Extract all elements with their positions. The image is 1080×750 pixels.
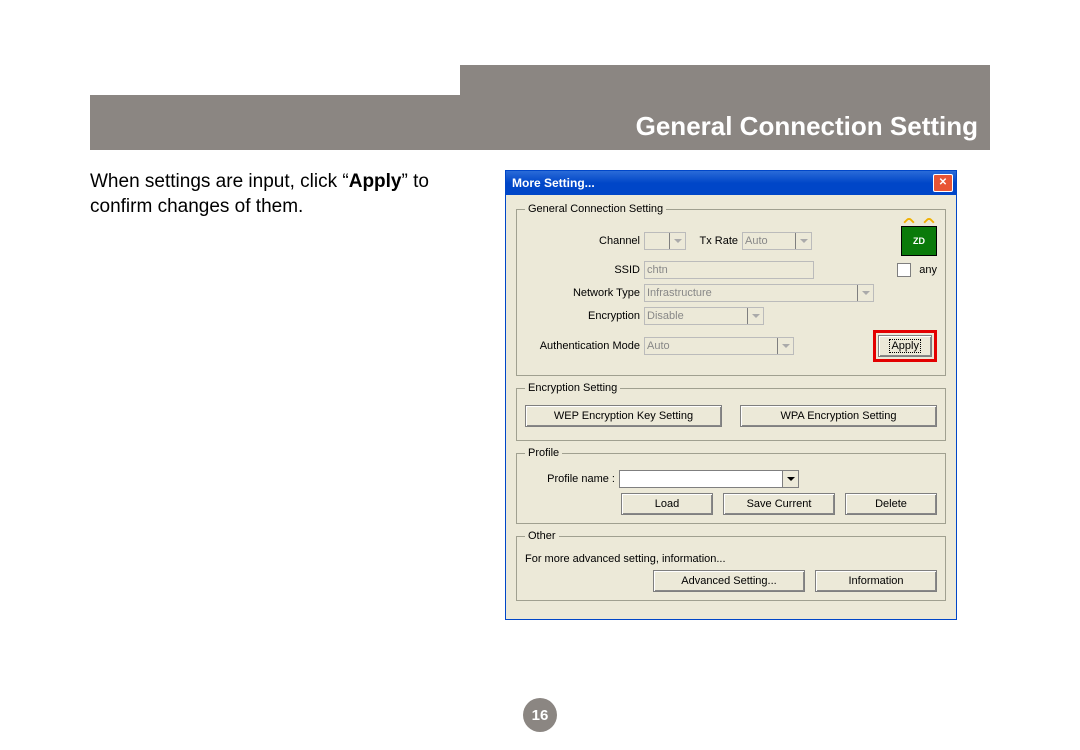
channel-label: Channel xyxy=(525,235,640,247)
chevron-down-icon xyxy=(782,471,798,487)
txrate-label: Tx Rate xyxy=(690,235,738,247)
chevron-down-icon xyxy=(669,233,685,249)
encryption-legend: Encryption Setting xyxy=(525,382,620,394)
wifi-card-icon: ZD xyxy=(901,226,937,256)
other-legend: Other xyxy=(525,530,559,542)
encryption-group: Encryption Setting WEP Encryption Key Se… xyxy=(516,382,946,441)
profile-name-row: Profile name : xyxy=(525,470,937,488)
chevron-down-icon xyxy=(857,285,873,301)
profile-group: Profile Profile name : Load Save Current xyxy=(516,447,946,524)
general-legend: General Connection Setting xyxy=(525,203,666,215)
advanced-button[interactable]: Advanced Setting... xyxy=(653,570,805,592)
any-checkbox[interactable] xyxy=(897,263,911,277)
encryption-combo[interactable]: Disable xyxy=(644,307,764,325)
header-decor xyxy=(90,65,460,95)
other-buttons: Advanced Setting... Information xyxy=(525,570,937,592)
apply-highlight: Apply xyxy=(873,330,937,362)
chevron-down-icon xyxy=(795,233,811,249)
general-group: General Connection Setting Channel Tx Ra… xyxy=(516,203,946,376)
nettype-label: Network Type xyxy=(525,287,640,299)
information-button[interactable]: Information xyxy=(815,570,937,592)
save-current-button[interactable]: Save Current xyxy=(723,493,835,515)
row-encryption: Encryption Disable xyxy=(525,307,937,325)
auth-label: Authentication Mode xyxy=(525,340,640,352)
row-channel: Channel Tx Rate Auto ZD xyxy=(525,226,937,256)
row-auth: Authentication Mode Auto Apply xyxy=(525,330,937,362)
close-icon[interactable]: ✕ xyxy=(933,174,953,192)
txrate-combo[interactable]: Auto xyxy=(742,232,812,250)
ssid-input[interactable]: chtn xyxy=(644,261,814,279)
content-area: General Connection Setting When settings… xyxy=(90,65,990,620)
delete-button[interactable]: Delete xyxy=(845,493,937,515)
auth-combo[interactable]: Auto xyxy=(644,337,794,355)
profile-buttons: Load Save Current Delete xyxy=(525,493,937,515)
dialog-title: More Setting... xyxy=(512,176,595,190)
instruction-prefix: When settings are input, click “ xyxy=(90,171,349,192)
chevron-down-icon xyxy=(777,338,793,354)
encryption-label: Encryption xyxy=(525,310,640,322)
encryption-value: Disable xyxy=(647,310,684,322)
profile-legend: Profile xyxy=(525,447,562,459)
body-area: When settings are input, click “Apply” t… xyxy=(90,170,990,620)
apply-button[interactable]: Apply xyxy=(878,335,932,357)
profile-name-label: Profile name : xyxy=(525,473,615,485)
other-text: For more advanced setting, information..… xyxy=(525,553,726,565)
dialog-body: General Connection Setting Channel Tx Ra… xyxy=(506,195,956,619)
nettype-value: Infrastructure xyxy=(647,287,712,299)
wpa-button[interactable]: WPA Encryption Setting xyxy=(740,405,937,427)
load-button[interactable]: Load xyxy=(621,493,713,515)
auth-value: Auto xyxy=(647,340,670,352)
encryption-row: WEP Encryption Key Setting WPA Encryptio… xyxy=(525,405,937,427)
row-ssid: SSID chtn any xyxy=(525,261,937,279)
nettype-combo[interactable]: Infrastructure xyxy=(644,284,874,302)
row-nettype: Network Type Infrastructure xyxy=(525,284,937,302)
other-text-row: For more advanced setting, information..… xyxy=(525,553,937,565)
chevron-down-icon xyxy=(747,308,763,324)
ssid-value: chtn xyxy=(647,264,668,276)
ssid-label: SSID xyxy=(525,264,640,276)
page-title: General Connection Setting xyxy=(636,111,978,142)
page-number: 16 xyxy=(523,698,557,732)
txrate-value: Auto xyxy=(745,235,768,247)
wep-button[interactable]: WEP Encryption Key Setting xyxy=(525,405,722,427)
instruction-bold: Apply xyxy=(349,171,402,192)
other-group: Other For more advanced setting, informa… xyxy=(516,530,946,601)
dialog-titlebar[interactable]: More Setting... ✕ xyxy=(506,171,956,195)
channel-combo[interactable] xyxy=(644,232,686,250)
header-band: General Connection Setting xyxy=(90,65,990,150)
document-page: General Connection Setting When settings… xyxy=(0,0,1080,750)
instruction-text: When settings are input, click “Apply” t… xyxy=(90,170,505,620)
any-label: any xyxy=(919,264,937,276)
profile-name-combo[interactable] xyxy=(619,470,799,488)
settings-dialog: More Setting... ✕ General Connection Set… xyxy=(505,170,957,620)
page-number-container: 16 xyxy=(0,698,1080,732)
